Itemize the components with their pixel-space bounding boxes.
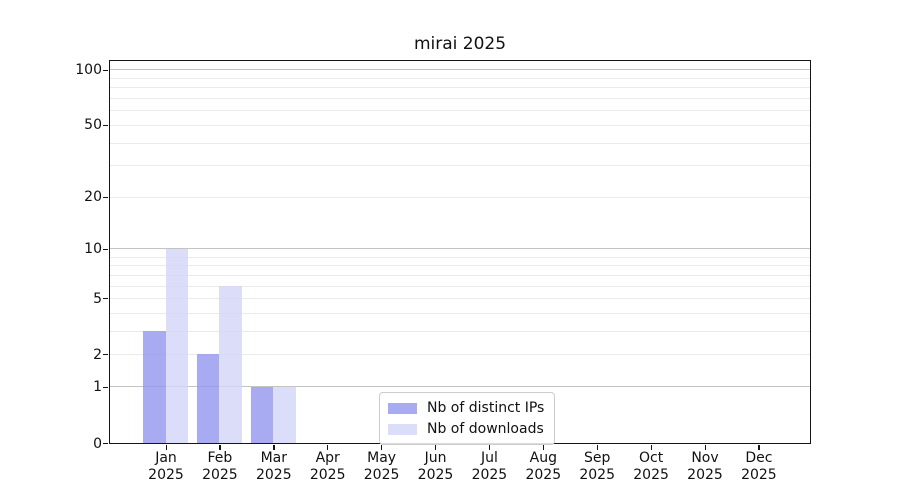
legend-label-distinct-ips: Nb of distinct IPs bbox=[427, 400, 544, 416]
minor-gridline bbox=[110, 78, 810, 79]
chart-figure: mirai 2025 0125102050100 Jan2025Feb2025M… bbox=[0, 0, 900, 500]
y-tick-mark bbox=[103, 70, 108, 71]
minor-gridline bbox=[110, 298, 810, 299]
chart-title: mirai 2025 bbox=[110, 34, 810, 54]
y-tick-mark bbox=[103, 354, 108, 355]
y-tick-label: 20 bbox=[36, 189, 102, 205]
bar-mar-downloads bbox=[273, 387, 296, 443]
minor-gridline bbox=[110, 286, 810, 287]
bar-feb-downloads bbox=[219, 286, 242, 443]
minor-gridline bbox=[110, 110, 810, 111]
plot-area bbox=[109, 60, 811, 445]
minor-gridline bbox=[110, 331, 810, 332]
legend-swatch-downloads bbox=[388, 424, 417, 435]
bar-mar-distinct-ips bbox=[251, 387, 274, 443]
y-tick-mark bbox=[103, 249, 108, 250]
minor-gridline bbox=[110, 143, 810, 144]
legend-entry-distinct-ips: Nb of distinct IPs bbox=[388, 400, 544, 416]
y-tick-label: 5 bbox=[36, 291, 102, 307]
major-gridline bbox=[110, 248, 810, 249]
minor-gridline bbox=[110, 265, 810, 266]
minor-gridline bbox=[110, 98, 810, 99]
minor-gridline bbox=[110, 125, 810, 126]
legend-swatch-distinct-ips bbox=[388, 403, 417, 414]
y-tick-label: 100 bbox=[36, 62, 102, 78]
y-tick-mark bbox=[103, 125, 108, 126]
minor-gridline bbox=[110, 257, 810, 258]
x-tick-label: Dec2025 bbox=[727, 450, 791, 483]
y-tick-label: 0 bbox=[36, 436, 102, 452]
legend: Nb of distinct IPs Nb of downloads bbox=[379, 392, 555, 445]
minor-gridline bbox=[110, 197, 810, 198]
legend-entry-downloads: Nb of downloads bbox=[388, 421, 544, 437]
minor-gridline bbox=[110, 313, 810, 314]
y-tick-label: 2 bbox=[36, 347, 102, 363]
minor-gridline bbox=[110, 87, 810, 88]
minor-gridline bbox=[110, 165, 810, 166]
y-tick-mark bbox=[103, 443, 108, 444]
y-tick-mark bbox=[103, 387, 108, 388]
y-tick-mark bbox=[103, 197, 108, 198]
y-tick-label: 1 bbox=[36, 379, 102, 395]
major-gridline bbox=[110, 69, 810, 70]
bar-jan-downloads bbox=[166, 249, 189, 443]
minor-gridline bbox=[110, 275, 810, 276]
y-tick-label: 50 bbox=[36, 117, 102, 133]
y-tick-label: 10 bbox=[36, 241, 102, 257]
bar-feb-distinct-ips bbox=[197, 354, 220, 443]
y-tick-mark bbox=[103, 298, 108, 299]
legend-label-downloads: Nb of downloads bbox=[427, 421, 544, 437]
bar-jan-distinct-ips bbox=[143, 331, 166, 443]
